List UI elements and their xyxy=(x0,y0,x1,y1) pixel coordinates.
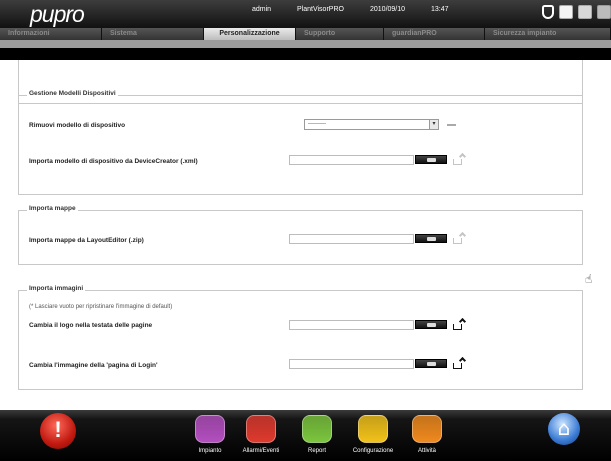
app-window: pupro admin PlantVisorPRO 2010/09/10 13:… xyxy=(0,0,611,461)
footer-label-report: Report xyxy=(307,448,326,454)
section-import-maps: Importa mappe Importa mappe da LayoutEdi… xyxy=(18,205,583,265)
alarm-indicator-button[interactable]: ! xyxy=(40,413,76,449)
select-value: --------- xyxy=(308,121,326,127)
footer-label-attivita: Attività xyxy=(417,448,436,454)
change-login-image-label: Cambia l'immagine della 'pagina di Login… xyxy=(29,362,158,369)
browse-maps-button[interactable] xyxy=(415,234,447,243)
section-device-models: Gestione Modelli Dispositivi Rimuovi mod… xyxy=(18,90,583,195)
tab-informazioni[interactable]: Informazioni xyxy=(0,28,102,40)
user-name: admin xyxy=(252,6,272,13)
tab-sicurezza-impianto[interactable]: Sicurezza impianto xyxy=(485,28,611,40)
header-icons xyxy=(542,5,611,19)
remove-model-button[interactable] xyxy=(447,124,456,126)
tab-guardianpro[interactable]: guardianPRO xyxy=(384,28,485,40)
date: 2010/09/10 xyxy=(370,6,406,13)
remove-model-label: Rimuovi modello di dispositivo xyxy=(29,122,126,129)
import-maps-file-field[interactable] xyxy=(289,234,414,244)
change-logo-label: Cambia il logo nella testata delle pagin… xyxy=(29,322,153,329)
footer-label-allarmi: Allarmi/Eventi xyxy=(242,448,280,454)
home-button[interactable]: ⌂ xyxy=(548,413,580,445)
tab-sistema[interactable]: Sistema xyxy=(102,28,204,40)
header-bar: pupro admin PlantVisorPRO 2010/09/10 13:… xyxy=(0,0,611,28)
header-band xyxy=(0,48,611,60)
footer-button-allarmi[interactable] xyxy=(246,415,276,443)
tab-supporto[interactable]: Supporto xyxy=(296,28,384,40)
sub-bar xyxy=(0,40,611,48)
logo: pupro xyxy=(30,1,85,27)
home-icon: ⌂ xyxy=(557,416,571,440)
remove-model-select[interactable]: --------- ▾ xyxy=(304,119,439,130)
tab-personalizzazione[interactable]: Personalizzazione xyxy=(204,28,296,40)
chevron-down-icon[interactable]: ▾ xyxy=(429,120,438,129)
upload-icon[interactable] xyxy=(453,231,467,244)
upload-icon[interactable] xyxy=(453,152,467,165)
browse-model-button[interactable] xyxy=(415,155,447,164)
import-model-label: Importa modello di dispositivo da Device… xyxy=(29,158,198,165)
product-name: PlantVisorPRO xyxy=(297,6,344,13)
main-content: Gestione Modelli Dispositivi Rimuovi mod… xyxy=(0,60,611,410)
browse-logo-button[interactable] xyxy=(415,320,447,329)
footer-button-impianto[interactable] xyxy=(195,415,225,443)
print-icon[interactable] xyxy=(559,5,573,19)
help-icon[interactable] xyxy=(578,5,592,19)
change-logo-file-field[interactable] xyxy=(289,320,414,330)
import-maps-label: Importa mappe da LayoutEditor (.zip) xyxy=(29,237,144,244)
import-model-file-field[interactable] xyxy=(289,155,414,165)
section-import-images: Importa immagini (* Lasciare vuoto per r… xyxy=(18,285,583,390)
logout-icon[interactable] xyxy=(597,5,611,19)
time: 13:47 xyxy=(431,6,449,13)
footer-button-attivita[interactable] xyxy=(412,415,442,443)
upload-icon[interactable] xyxy=(453,317,467,330)
section-legend: Importa mappe xyxy=(27,205,78,212)
images-note: (* Lasciare vuoto per ripristinare l'imm… xyxy=(29,304,173,310)
footer-button-configurazione[interactable] xyxy=(358,415,388,443)
section-legend: Importa immagini xyxy=(27,285,86,292)
section-legend: Gestione Modelli Dispositivi xyxy=(27,90,118,97)
tab-bar: Informazioni Sistema Personalizzazione S… xyxy=(0,28,611,40)
footer-label-configurazione: Configurazione xyxy=(352,448,394,454)
upload-icon[interactable] xyxy=(453,356,467,369)
footer-button-report[interactable] xyxy=(302,415,332,443)
change-login-image-file-field[interactable] xyxy=(289,359,414,369)
browse-login-image-button[interactable] xyxy=(415,359,447,368)
shield-icon[interactable] xyxy=(542,5,554,19)
hand-cursor-icon: ☝ xyxy=(585,272,593,286)
exclamation-icon: ! xyxy=(54,417,62,442)
